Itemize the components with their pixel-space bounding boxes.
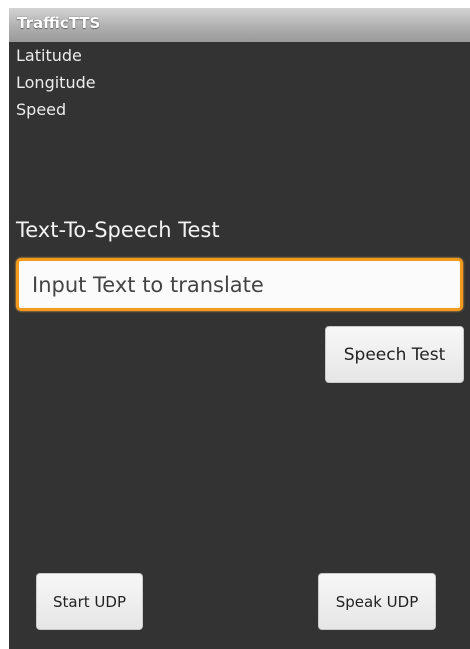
speed-label: Speed — [16, 100, 67, 119]
latitude-label: Latitude — [16, 46, 82, 65]
start-udp-button[interactable]: Start UDP — [36, 573, 143, 630]
tts-section-label: Text-To-Speech Test — [16, 218, 220, 242]
tts-text-input[interactable] — [16, 258, 463, 311]
app-title: TrafficTTS — [17, 14, 101, 32]
speak-udp-button[interactable]: Speak UDP — [318, 573, 436, 630]
longitude-label: Longitude — [16, 73, 96, 92]
title-bar: TrafficTTS — [9, 8, 470, 42]
speech-test-button[interactable]: Speech Test — [325, 326, 464, 383]
app-screen: TrafficTTS Latitude Longitude Speed Text… — [9, 8, 470, 649]
